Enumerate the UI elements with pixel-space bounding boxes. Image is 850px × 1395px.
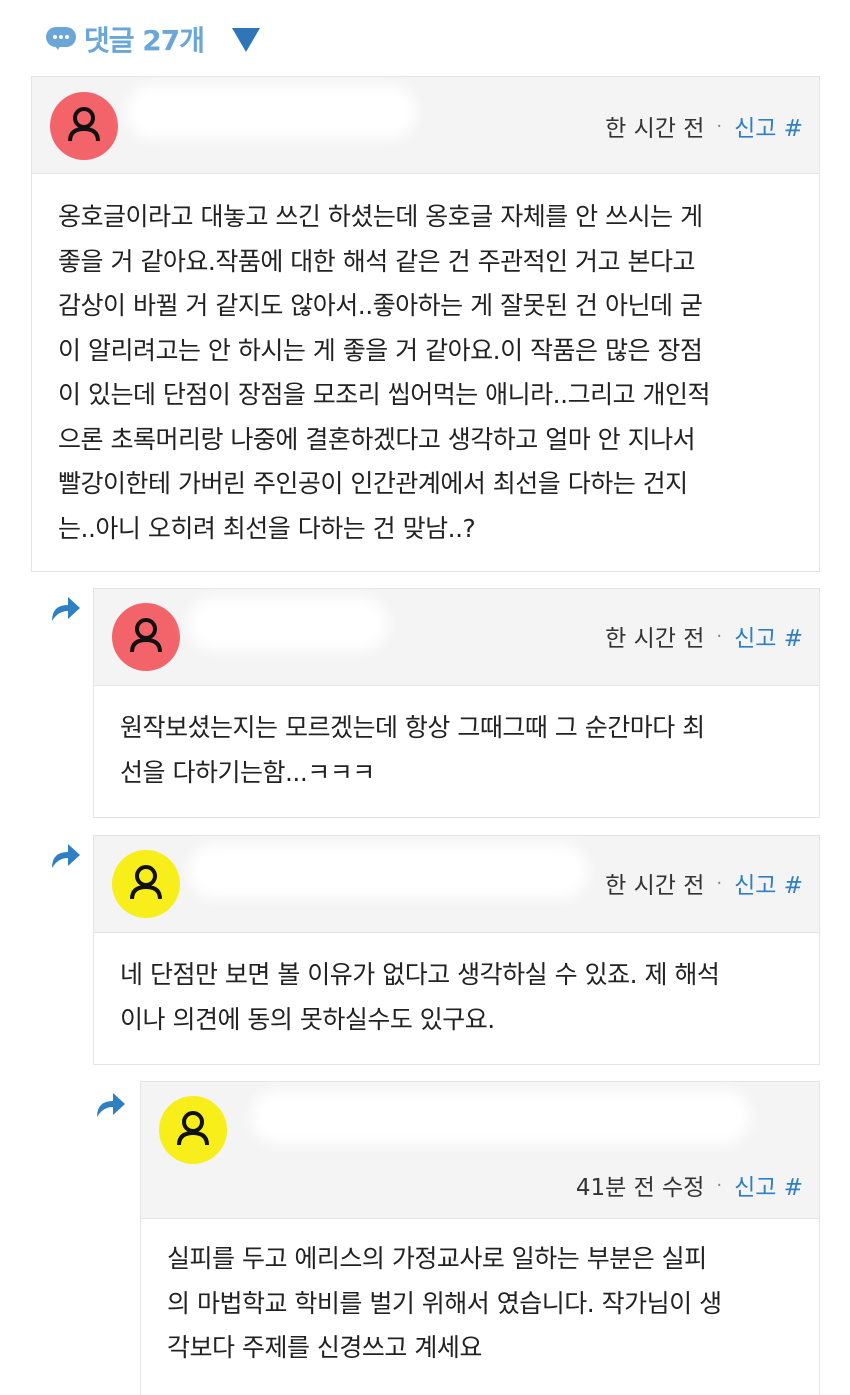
comment-body: 실피를 두고 에리스의 가정교사로 일하는 부분은 실피 의 마법학교 학비를 … bbox=[167, 1237, 722, 1371]
redacted-username bbox=[198, 854, 578, 888]
comment-line: 는..아니 오히려 최선을 다하는 건 맞남..? bbox=[58, 513, 476, 543]
reply-arrow-icon bbox=[52, 844, 80, 868]
comment-line: 이 알리려고는 안 하시는 게 좋을 거 같아요.이 작품은 많은 장점 bbox=[58, 335, 703, 365]
comment-body: 옹호글이라고 대놓고 쓰긴 하셨는데 옹호글 자체를 안 쓰시는 게 좋을 거 … bbox=[58, 195, 711, 551]
comments-header: 댓글 27개 bbox=[46, 18, 205, 60]
meta-separator: · bbox=[716, 1174, 723, 1196]
comment-line: 의 마법학교 학비를 벌기 위해서 였습니다. 작가님이 생 bbox=[167, 1288, 722, 1318]
user-icon bbox=[130, 865, 162, 900]
comment-line: 으론 초록머리랑 나중에 결혼하겠다고 생각하고 얼마 안 지나서 bbox=[58, 424, 696, 454]
comment-header: 한 시간 전 · 신고 # bbox=[32, 77, 819, 174]
comment-line: 좋을 거 같아요.작품에 대한 해석 같은 건 주관적인 거고 본다고 bbox=[58, 246, 695, 276]
meta-separator: · bbox=[716, 115, 723, 137]
comment-line: 옹호글이라고 대놓고 쓰긴 하셨는데 옹호글 자체를 안 쓰시는 게 bbox=[58, 202, 703, 231]
redacted-username bbox=[136, 95, 406, 129]
comment-line: 원작보셨는지는 모르겠는데 항상 그때그때 그 순간마다 최 bbox=[120, 713, 705, 742]
comment-time: 한 시간 전 bbox=[605, 873, 705, 899]
comment-item: 한 시간 전 · 신고 # 옹호글이라고 대놓고 쓰긴 하셨는데 옹호글 자체를… bbox=[31, 76, 820, 572]
comment-body: 네 단점만 보면 볼 이유가 없다고 생각하실 수 있죠. 제 해석 이나 의견… bbox=[120, 953, 720, 1042]
comment-meta: 한 시간 전 · 신고 # bbox=[605, 866, 803, 900]
avatar[interactable] bbox=[112, 603, 180, 671]
comment-time: 41분 전 수정 bbox=[575, 1175, 705, 1201]
comment-item: 한 시간 전 · 신고 # 원작보셨는지는 모르겠는데 항상 그때그때 그 순간… bbox=[93, 588, 820, 818]
comment-count-label: 댓글 27개 bbox=[84, 24, 205, 57]
comment-item: 한 시간 전 · 신고 # 네 단점만 보면 볼 이유가 없다고 생각하실 수 … bbox=[93, 835, 820, 1065]
report-link[interactable]: 신고 # bbox=[734, 619, 803, 653]
report-link[interactable]: 신고 # bbox=[734, 109, 803, 143]
user-icon bbox=[177, 1111, 209, 1146]
meta-separator: · bbox=[716, 872, 723, 894]
comment-meta: 41분 전 수정 · 신고 # bbox=[576, 1168, 803, 1202]
comment-time: 한 시간 전 bbox=[605, 116, 705, 142]
comment-line: 감상이 바뀔 거 같지도 않아서..좋아하는 게 잘못된 건 아닌데 굳 bbox=[58, 291, 703, 320]
comment-body: 원작보셨는지는 모르겠는데 항상 그때그때 그 순간마다 최 선을 다하기는함.… bbox=[120, 706, 705, 795]
comment-meta: 한 시간 전 · 신고 # bbox=[605, 109, 803, 143]
speech-bubble-icon bbox=[46, 27, 76, 51]
report-link[interactable]: 신고 # bbox=[734, 866, 803, 900]
comment-line: 이 있는데 단점이 장점을 모조리 씹어먹는 애니라..그리고 개인적 bbox=[58, 380, 711, 409]
comment-line: 네 단점만 보면 볼 이유가 없다고 생각하실 수 있죠. 제 해석 bbox=[120, 960, 720, 989]
comment-line: 빨강이한테 가버린 주인공이 인간관계에서 최선을 다하는 건지 bbox=[58, 469, 688, 498]
redacted-username bbox=[261, 1100, 741, 1134]
comment-line: 각보다 주제를 신경쓰고 계세요 bbox=[167, 1333, 482, 1362]
user-icon bbox=[68, 107, 100, 142]
user-icon bbox=[130, 618, 162, 653]
comment-time: 한 시간 전 bbox=[605, 626, 705, 652]
comment-header: 한 시간 전 · 신고 # bbox=[94, 589, 819, 686]
collapse-toggle-icon[interactable] bbox=[232, 28, 260, 52]
reply-arrow-icon bbox=[52, 597, 80, 621]
comment-item: 41분 전 수정 · 신고 # 실피를 두고 에리스의 가정교사로 일하는 부분… bbox=[140, 1081, 820, 1395]
avatar[interactable] bbox=[112, 850, 180, 918]
report-link[interactable]: 신고 # bbox=[734, 1168, 803, 1202]
avatar[interactable] bbox=[159, 1096, 227, 1164]
comment-header: 41분 전 수정 · 신고 # bbox=[141, 1082, 819, 1219]
meta-separator: · bbox=[716, 625, 723, 647]
redacted-username bbox=[198, 607, 378, 641]
comment-line: 선을 다하기는함...ㅋㅋㅋ bbox=[120, 757, 375, 787]
comment-line: 실피를 두고 에리스의 가정교사로 일하는 부분은 실피 bbox=[167, 1244, 707, 1273]
comment-line: 이나 의견에 동의 못하실수도 있구요. bbox=[120, 1004, 495, 1034]
reply-arrow-icon bbox=[97, 1093, 125, 1117]
comment-meta: 한 시간 전 · 신고 # bbox=[605, 619, 803, 653]
avatar[interactable] bbox=[50, 92, 118, 160]
comment-header: 한 시간 전 · 신고 # bbox=[94, 836, 819, 933]
